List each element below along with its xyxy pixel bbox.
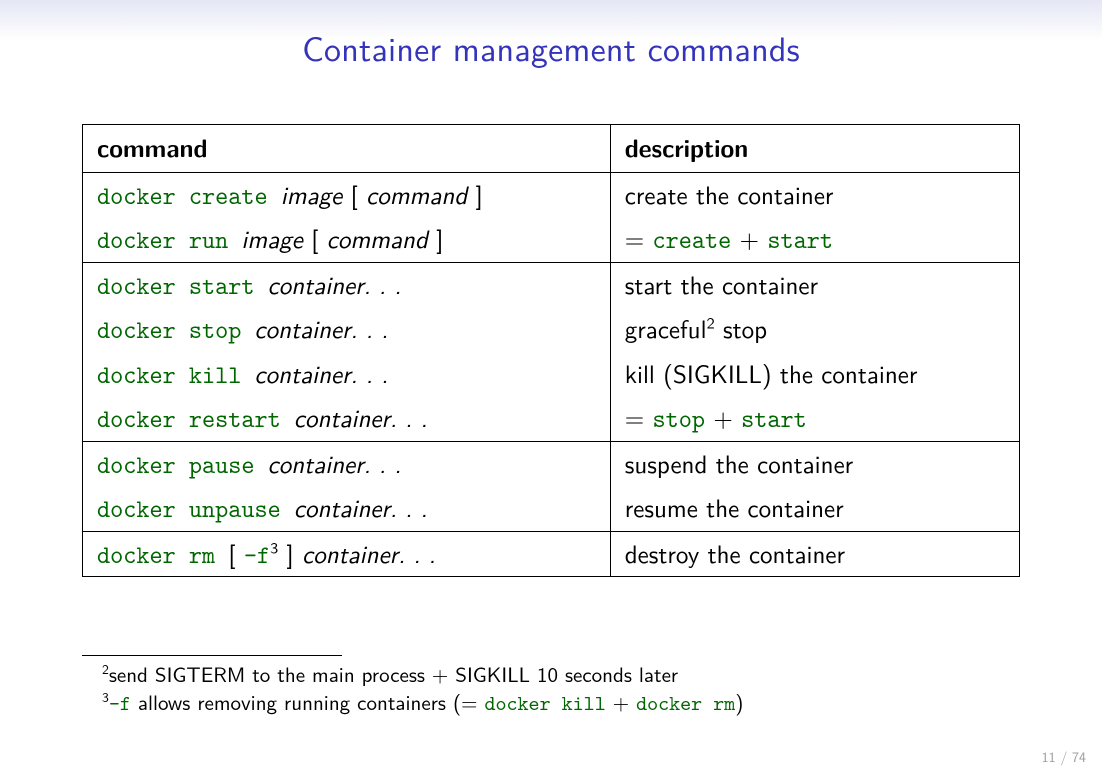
cell-description: resume the container [610,486,1019,531]
footnote-text: allows removing running containers (= [131,687,485,717]
page-number: 11 / 74 [1042,747,1086,767]
bracket-open: [ [303,219,327,256]
desc-tt: create [653,223,732,256]
desc-text: suspend the container [625,444,853,481]
footnote-tt: docker rm [636,689,735,717]
cell-command: docker restart container. . . [83,396,611,441]
desc-tt: stop [653,402,706,435]
desc-text: resume the container [625,488,844,525]
desc-text: destroy the container [625,534,845,571]
col-header-description: description [610,125,1019,173]
cell-description: graceful2 stop [610,307,1019,352]
page-title: Container management commands [82,22,1020,72]
cell-command: docker stop container. . . [83,307,611,352]
table-row: docker rm [ -f3 ] container. . . destroy… [83,531,1020,577]
footnote-text: send SIGTERM to the main process + SIGKI… [109,659,678,689]
footnotes: 2send SIGTERM to the main process + SIGK… [82,655,1020,718]
bracket-open: [ [342,175,366,212]
table-row: docker start container. . . start the co… [83,262,1020,307]
cell-command: docker rm [ -f3 ] container. . . [83,531,611,577]
footnote-text: ) [735,687,743,717]
cell-command: docker pause container. . . [83,441,611,486]
cell-command: docker start container. . . [83,262,611,307]
command-flag: -f [244,538,270,571]
table-row: docker pause container. . . suspend the … [83,441,1020,486]
footnote-ref: 3 [270,535,278,559]
table-row: docker unpause container. . . resume the… [83,486,1020,531]
footnote: 2send SIGTERM to the main process + SIGK… [112,660,1020,688]
bracket-close: ] [278,534,302,571]
footnote-text: + [606,687,636,717]
command-arg: command [327,219,428,256]
desc-text: graceful [625,309,707,346]
command-text: docker run [97,223,241,256]
cell-command: docker create image [ command ] [83,172,611,217]
footnote-ref: 2 [707,311,715,335]
cell-description: start the container [610,262,1019,307]
command-text: docker unpause [97,492,294,525]
command-arg: container. . . [268,265,402,302]
cell-command: docker unpause container. . . [83,486,611,531]
footnote-tt: -f [109,689,131,717]
table-row: docker restart container. . . = stop + s… [83,396,1020,441]
slide: Container management commands command de… [0,0,1102,777]
command-text: docker stop [97,313,255,346]
table-row: docker stop container. . . graceful2 sto… [83,307,1020,352]
command-arg: container. . . [255,354,389,391]
command-arg: container. . . [255,309,389,346]
command-arg: container. . . [268,444,402,481]
command-arg: image [281,175,342,212]
desc-tt: start [767,223,833,256]
desc-text: = [625,398,653,435]
desc-text: stop [715,309,767,346]
command-text: docker create [97,179,281,212]
cell-description: = stop + start [610,396,1019,441]
footnote-tt: docker kill [484,689,605,717]
cell-description: kill (SIGKILL) the container [610,352,1019,397]
command-arg: container. . . [294,488,428,525]
footnote-num: 2 [102,659,109,679]
desc-text: = [625,219,653,256]
footnote: 3-f allows removing running containers (… [112,688,1020,717]
col-header-command: command [83,125,611,173]
cell-description: destroy the container [610,531,1019,577]
cell-command: docker kill container. . . [83,352,611,397]
command-arg: container. . . [294,398,428,435]
cell-description: create the container [610,172,1019,217]
command-text: docker rm [97,538,228,571]
command-text: docker pause [97,448,268,481]
command-text: docker start [97,269,268,302]
desc-text: create the container [625,175,834,212]
table-row: docker kill container. . . kill (SIGKILL… [83,352,1020,397]
command-text: docker restart [97,402,294,435]
bracket-close: ] [428,219,444,256]
desc-text: kill (SIGKILL) the container [625,354,918,391]
desc-tt: start [741,402,807,435]
cell-description: = create + start [610,217,1019,262]
desc-text: + [705,398,741,435]
desc-text: + [731,219,767,256]
cell-command: docker run image [ command ] [83,217,611,262]
footnote-num: 3 [102,687,109,707]
table-row: docker create image [ command ] create t… [83,172,1020,217]
command-text: docker kill [97,358,255,391]
table-row: docker run image [ command ] = create + … [83,217,1020,262]
command-arg: container. . . [302,534,436,571]
bracket-close: ] [467,175,483,212]
desc-text: start the container [625,265,818,302]
table-header-row: command description [83,125,1020,173]
footnote-rule [82,655,342,656]
command-arg: command [366,175,467,212]
command-arg: image [241,219,302,256]
bracket-open: [ [228,534,244,571]
commands-table: command description docker create image … [82,124,1020,577]
cell-description: suspend the container [610,441,1019,486]
